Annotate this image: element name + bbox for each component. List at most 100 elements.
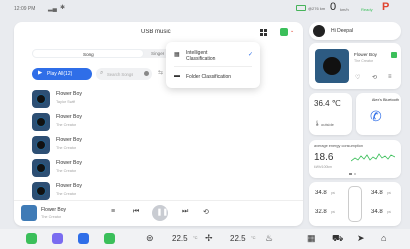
check-icon: ✓ [248, 52, 254, 58]
car-icon[interactable]: ⛟ [332, 233, 343, 245]
music-widget[interactable]: Flower Boy The Creator ♡ ⟲ ≡ [309, 43, 401, 89]
steering-heat-icon[interactable]: ⊜ [146, 233, 154, 244]
user-greeting: Hi Deepal [331, 28, 353, 34]
song-title: Flower Boy [56, 114, 82, 120]
temperature-widget[interactable]: 36.4 ℃ 🌡 outside [309, 93, 352, 135]
energy-sparkline [351, 153, 395, 162]
now-playing-title: Flower Boy [41, 207, 67, 213]
tire-fr-value: 34.8 [371, 190, 383, 196]
search-icon: ⌕ [100, 70, 104, 76]
grid-icon[interactable] [260, 29, 267, 36]
song-artist: The Creator [56, 169, 77, 173]
tab-singer[interactable]: Singer [151, 51, 164, 56]
ready-label: Ready [361, 7, 373, 12]
fan-icon[interactable]: ✢ [205, 233, 213, 244]
pause-icon: ❚❚ [156, 209, 169, 216]
source-icon[interactable] [280, 28, 288, 36]
list-item[interactable]: Flower Boy The Creator [32, 134, 162, 156]
tire-unit: psi [387, 191, 392, 195]
song-title: Flower Boy [56, 91, 82, 97]
menu-item-intelligent[interactable]: ▦ Intelligent Classification ✓ [166, 44, 260, 66]
navigation-icon[interactable]: ➤ [357, 233, 365, 244]
tab-song[interactable]: Song [32, 49, 144, 58]
repeat-icon[interactable]: ⟲ [203, 208, 209, 216]
list-item[interactable]: Flower Boy The Creator [32, 180, 162, 202]
next-icon[interactable]: ⏭ [182, 208, 188, 216]
page-title: USB music [141, 29, 171, 35]
temp-unit-icon: °C [251, 235, 256, 240]
car-outline-icon [348, 186, 362, 222]
speed-value: 0 [330, 1, 337, 13]
energy-unit: kWh/100km [314, 165, 332, 169]
right-temp-value[interactable]: 22.5 [230, 234, 246, 243]
song-title: Flower Boy [56, 160, 82, 166]
bottom-dock: ⊜ 22.5 °C ✢ 22.5 °C ♨ ▦ ⛟ ➤ ⌂ [0, 229, 410, 249]
tire-unit: psi [387, 210, 392, 214]
page-dot [354, 173, 356, 175]
tire-unit: psi [331, 210, 336, 214]
bluetooth-icon: ✱ [60, 5, 66, 11]
divider [14, 200, 303, 201]
speed-unit: km/h [340, 7, 349, 12]
classification-dropdown: ▦ Intelligent Classification ✓ ▬ Folder … [166, 42, 260, 88]
list-item[interactable]: Flower Boy Taylor Swift [32, 88, 162, 110]
album-cover [32, 136, 50, 154]
left-temp-value[interactable]: 22.5 [172, 234, 188, 243]
now-playing-cover [21, 205, 37, 221]
search-input[interactable]: ⌕ Search Songs [96, 68, 152, 80]
page-dot [349, 173, 352, 175]
vinyl-icon [323, 57, 341, 75]
chevron-down-icon[interactable]: ⌄ [290, 28, 294, 34]
clock: 12:09 PM [14, 6, 36, 12]
album-cover [32, 113, 50, 131]
source-badge-icon [391, 52, 397, 58]
grid-small-icon: ▦ [174, 52, 180, 58]
clear-icon[interactable] [144, 71, 149, 76]
app-icon-blue[interactable] [78, 233, 89, 244]
signal-icon: ▂▄ [48, 6, 57, 12]
bluetooth-label: Alex's Bluetooth [371, 98, 399, 102]
temp-unit-icon: °C [193, 235, 198, 240]
divider [174, 66, 252, 67]
heart-icon[interactable]: ♡ [355, 74, 360, 81]
tire-fl-value: 34.8 [315, 190, 327, 196]
song-artist: The Creator [56, 192, 77, 196]
repeat-icon[interactable]: ⟲ [372, 74, 377, 81]
now-playing-artist: The Creator [41, 215, 62, 219]
apps-grid-icon[interactable]: ▦ [307, 233, 316, 244]
pause-button[interactable]: ❚❚ [152, 205, 168, 221]
previous-icon[interactable]: ⏮ [133, 208, 139, 216]
list-item[interactable]: Flower Boy The Creator [32, 157, 162, 179]
status-bar: 12:09 PM ▂▄ ✱ @276 km 0 km/h Ready P [0, 0, 410, 18]
app-icon-green[interactable] [26, 233, 37, 244]
play-all-button[interactable]: ▶ Play All(12) [32, 68, 92, 80]
avatar [313, 25, 325, 37]
temperature-label: outside [321, 122, 334, 127]
tire-pressure-widget[interactable]: 34.8 psi 32.8 psi 34.8 psi 34.8 psi [309, 182, 401, 226]
energy-value: 18.6 [314, 152, 334, 163]
list-item[interactable]: Flower Boy The Creator [32, 111, 162, 133]
user-card[interactable]: Hi Deepal [309, 22, 401, 40]
energy-widget[interactable]: average energy consumption 18.6 kWh/100k… [309, 140, 401, 178]
filter-icon[interactable]: ⇆ [158, 69, 163, 76]
home-icon[interactable]: ⌂ [381, 233, 386, 243]
gear-indicator: P [382, 1, 390, 13]
menu-item-folder[interactable]: ▬ Folder Classification [166, 68, 260, 86]
thermometer-icon: 🌡 [314, 121, 321, 127]
album-cover [32, 90, 50, 108]
widget-song-title: Flower Boy [354, 52, 377, 57]
battery-icon [296, 5, 306, 11]
bluetooth-widget[interactable]: Alex's Bluetooth ✆ [356, 93, 401, 135]
song-artist: Taylor Swift [56, 100, 76, 104]
seat-heat-icon[interactable]: ♨ [265, 233, 273, 244]
song-artist: The Creator [56, 123, 77, 127]
folder-icon: ▬ [174, 73, 180, 79]
app-icon-purple[interactable] [52, 233, 63, 244]
song-title: Flower Boy [56, 137, 82, 143]
album-cover [32, 159, 50, 177]
song-title: Flower Boy [56, 183, 82, 189]
album-cover [32, 182, 50, 200]
playlist-icon[interactable]: ≡ [111, 208, 115, 215]
playlist-icon[interactable]: ≡ [388, 74, 392, 80]
phone-app-icon[interactable] [104, 233, 115, 244]
